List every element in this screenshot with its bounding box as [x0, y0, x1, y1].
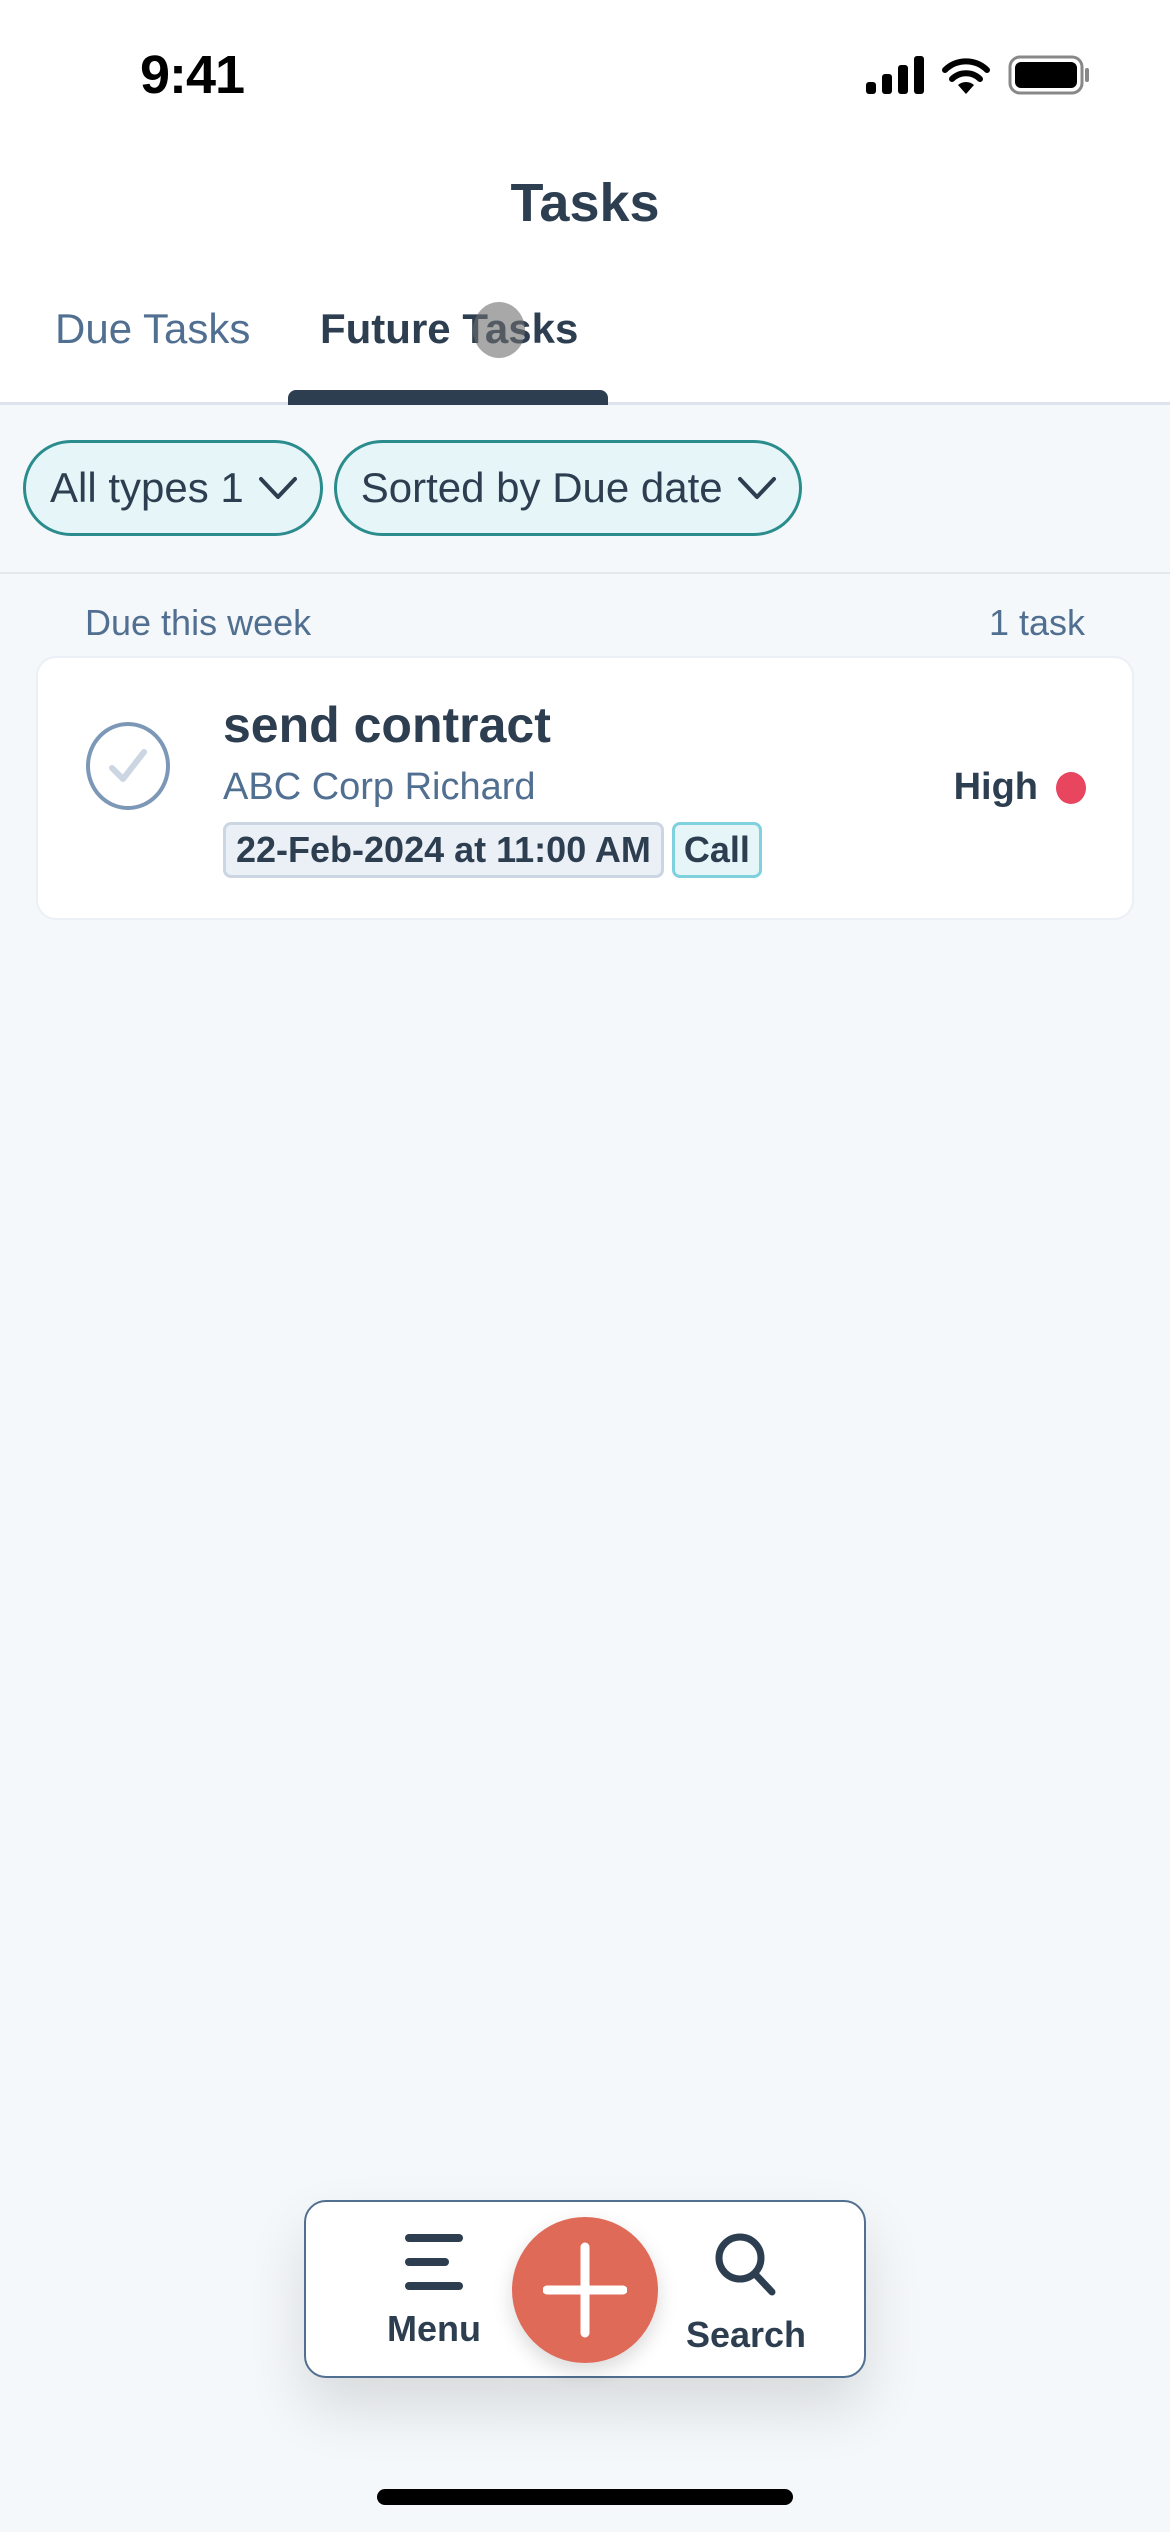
tab-bar: Due Tasks Future Tasks [0, 305, 1170, 405]
page-title: Tasks [510, 173, 660, 233]
checkmark-icon [109, 749, 147, 782]
sort-label: Sorted by Due date [360, 464, 723, 511]
cellular-signal-icon [866, 56, 924, 94]
type-filter-label: All types 1 [50, 464, 244, 511]
task-title: send contract [223, 697, 551, 753]
wifi-icon [942, 58, 990, 94]
menu-label: Menu [387, 2308, 481, 2349]
status-icons [866, 55, 1090, 95]
search-icon [715, 2233, 776, 2296]
battery-icon [1008, 55, 1089, 95]
task-association: ABC Corp Richard [223, 766, 536, 808]
complete-task-checkbox[interactable] [86, 722, 170, 810]
app-header: 9:41 Tasks Due Tasks Future Tasks [0, 0, 1170, 405]
plus-icon [543, 2242, 627, 2338]
section-count: 1 task [988, 602, 1085, 643]
chevron-down-icon [737, 477, 776, 499]
task-type-tag: Call [671, 822, 762, 878]
divider [0, 572, 1170, 574]
priority-label: High [953, 766, 1038, 808]
task-card[interactable]: send contract ABC Corp Richard 22-Feb-20… [36, 656, 1134, 920]
menu-button[interactable]: Menu [354, 2232, 514, 2350]
status-time: 9:41 [140, 45, 245, 105]
task-tags: 22-Feb-2024 at 11:00 AM Call [223, 822, 762, 878]
touch-indicator [473, 302, 525, 358]
filter-chips: All types 1 Sorted by Due date [23, 440, 802, 536]
home-indicator[interactable] [377, 2489, 793, 2505]
chevron-down-icon [258, 477, 297, 499]
priority-indicator: High [954, 766, 1086, 809]
search-label: Search [685, 2314, 807, 2355]
active-tab-indicator [288, 390, 608, 405]
type-filter-chip[interactable]: All types 1 [23, 440, 323, 536]
search-button[interactable]: Search [676, 2232, 816, 2356]
sort-chip[interactable]: Sorted by Due date [333, 440, 802, 536]
hamburger-menu-icon [405, 2234, 463, 2290]
priority-dot-icon [1056, 771, 1086, 804]
add-task-button[interactable] [512, 2217, 658, 2363]
tab-due-tasks[interactable]: Due Tasks [55, 305, 250, 353]
tab-future-tasks[interactable]: Future Tasks [320, 305, 578, 353]
section-label: Due this week [85, 602, 312, 643]
due-date-tag: 22-Feb-2024 at 11:00 AM [223, 822, 664, 878]
